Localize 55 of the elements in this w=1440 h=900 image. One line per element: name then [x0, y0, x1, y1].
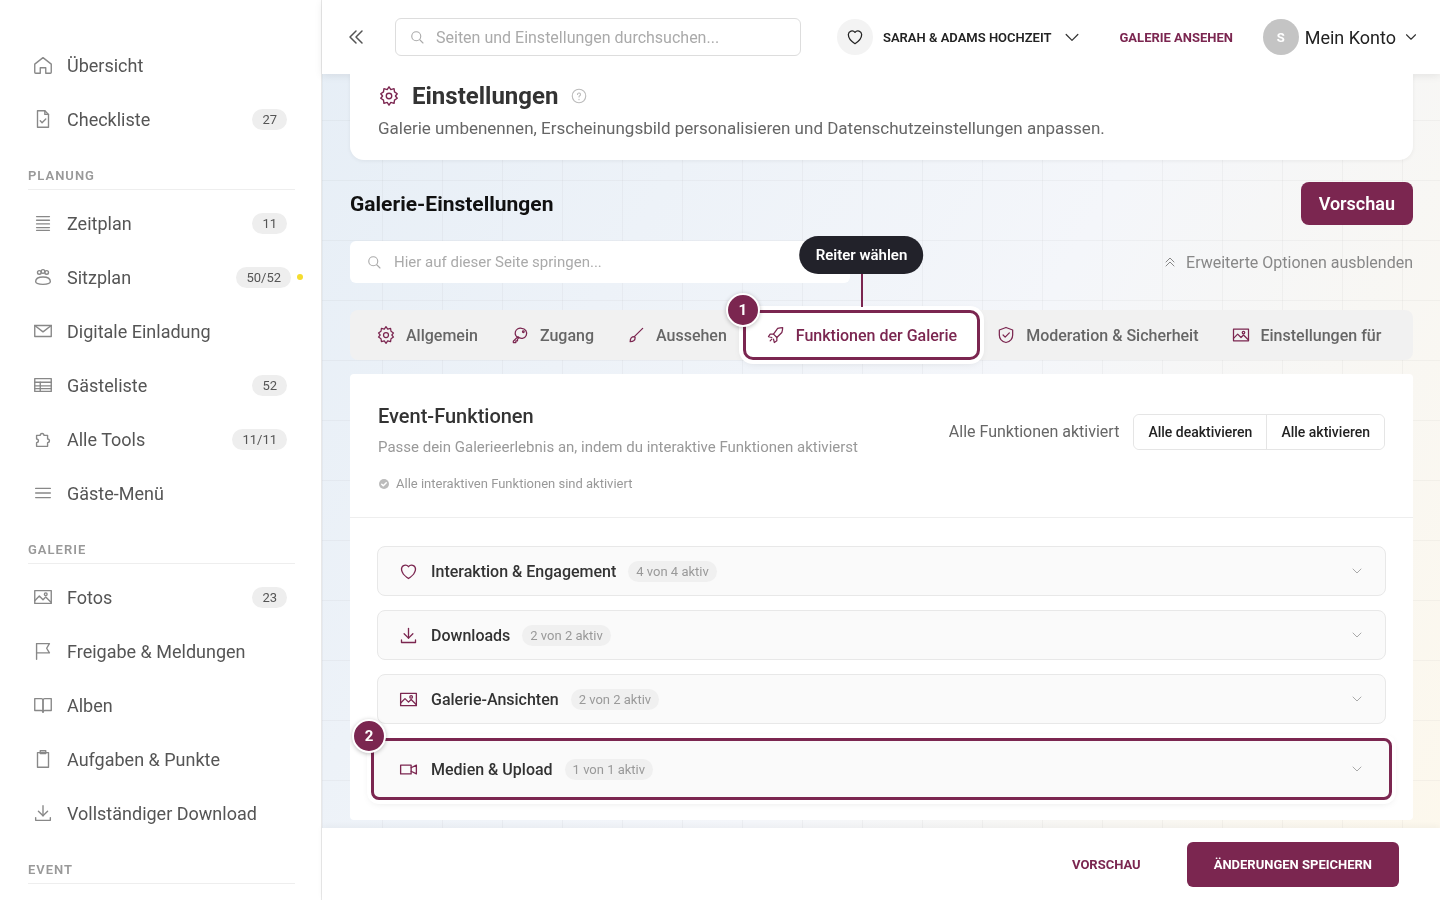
rocket-icon [765, 325, 786, 345]
status-text: Alle Funktionen aktiviert [948, 421, 1120, 441]
status-note: Alle interaktiven Funktionen sind aktiviert [396, 476, 633, 491]
accordion-item[interactable]: Downloads 2 von 2 aktiv [377, 610, 1386, 660]
count-badge: 1 von 1 aktiv [564, 758, 654, 780]
page-description: Galerie umbenennen, Erscheinungsbild personalisieren und Datenschutzeinstellungen anpassen. [378, 118, 1106, 138]
count-badge: 2 von 2 aktiv [522, 624, 611, 646]
sidebar-item[interactable]: Sitzplan 50/52 [28, 250, 295, 304]
avatar: S [1262, 19, 1299, 55]
page-title: Einstellungen [412, 82, 559, 110]
sidebar-item[interactable]: Checkliste 27 [28, 92, 295, 146]
section-heading: EVENT [28, 854, 295, 884]
download-icon [32, 802, 54, 824]
section-heading: GALERIE [28, 534, 295, 564]
gear-icon [378, 85, 400, 107]
step-marker: 1 [725, 293, 760, 327]
check-circle-icon [378, 477, 390, 490]
sidebar-item[interactable]: Gästeliste 52 [28, 358, 295, 412]
house-icon [32, 54, 54, 76]
search-icon [408, 28, 426, 46]
people-icon [32, 266, 54, 288]
search-field[interactable]: Seiten und Einstellungen durchsuchen... [395, 18, 801, 56]
sidebar-item[interactable]: Alle Tools 11/11 [28, 412, 295, 466]
preview-button[interactable]: Vorschau [1300, 182, 1413, 225]
card-title: Event-Funktionen [378, 404, 535, 428]
tab[interactable]: Moderation & Sicherheit [980, 315, 1215, 355]
sidebar-item[interactable]: Zeitplan 11 [28, 196, 295, 250]
sidebar-item[interactable]: Übersicht [28, 38, 295, 92]
step-marker: 2 [352, 719, 386, 753]
event-selector[interactable]: SARAH & ADAMS HOCHZEIT [837, 19, 1082, 55]
account-menu[interactable]: S Mein Konto [1262, 19, 1420, 55]
preview-button[interactable]: VORSCHAU [1066, 855, 1147, 873]
save-button[interactable]: ÄNDERUNGEN SPEICHERN [1186, 841, 1399, 887]
tooltip: Reiter wählen [799, 236, 924, 274]
sidebar-item[interactable]: Aufgaben & Punkte [28, 732, 295, 786]
view-gallery-link[interactable]: GALERIE ANSEHEN [1119, 29, 1233, 45]
search-icon [365, 253, 383, 271]
heart-icon [845, 27, 865, 47]
count-badge: 2 von 2 aktiv [570, 688, 660, 710]
tab[interactable]: Allgemein [360, 315, 494, 355]
section-title: Galerie-Einstellungen [350, 191, 554, 216]
tab[interactable]: Einstellungen für [1214, 315, 1398, 355]
count-badge: 4 von 4 aktiv [628, 560, 717, 582]
sidebar-item[interactable]: Digitale Einladung [28, 304, 295, 358]
sidebar-item[interactable]: Fotos 23 [28, 570, 295, 624]
accordion-item[interactable]: Galerie-Ansichten 2 von 2 aktiv [377, 674, 1386, 724]
tab[interactable]: Zugang [493, 315, 610, 355]
sidebar-item[interactable]: Vollständiger Download [28, 786, 295, 840]
accordion-item[interactable]: Interaktion & Engagement 4 von 4 aktiv [377, 546, 1386, 596]
section-heading: PLANUNG [28, 160, 295, 190]
gear-icon [376, 325, 396, 345]
sidebar-item[interactable]: Gäste-Menü [28, 466, 295, 520]
sidebar-item[interactable]: Alben [28, 678, 295, 732]
card-description: Passe dein Galerieerlebnis an, indem du interaktive Funktionen aktivierst [378, 438, 858, 456]
sidebar-item[interactable]: Freigabe & Meldungen [28, 624, 295, 678]
